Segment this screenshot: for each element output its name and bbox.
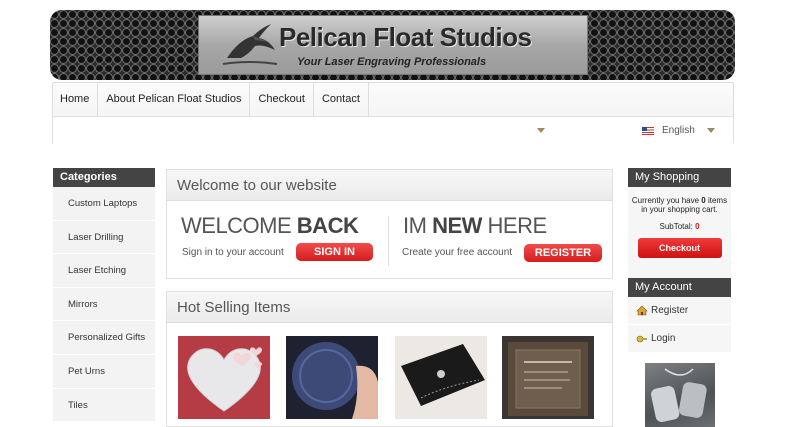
category-laser-etching[interactable]: Laser Etching (53, 254, 155, 288)
welcome-heading: Welcome to our website (167, 170, 612, 201)
product-photo-tags[interactable] (645, 363, 715, 427)
new-here-bold: NEW (432, 213, 482, 238)
plaque-graphic (508, 342, 588, 416)
nav-subbar: English (53, 116, 733, 144)
register-caption: Create your free account (402, 247, 513, 258)
nav-menu: Home About Pelican Float Studios Checkou… (53, 83, 369, 116)
category-pet-urns[interactable]: Pet Urns (53, 354, 155, 389)
chevron-down-icon[interactable] (537, 128, 545, 133)
subtotal-value: 0 (695, 222, 700, 231)
header-banner: Pelican Float Studios Your Laser Engravi… (50, 10, 735, 80)
coaster-graphic (292, 342, 378, 419)
main-nav: Home About Pelican Float Studios Checkou… (52, 82, 734, 144)
category-mirrors[interactable]: Mirrors (53, 287, 155, 322)
category-laser-drilling[interactable]: Laser Drilling (53, 220, 155, 255)
welcome-back-light: WELCOME (181, 213, 297, 238)
register-link-label: Register (651, 304, 689, 316)
basket-count-line: Currently you have 0 items (628, 196, 731, 205)
product-image-coaster[interactable] (286, 336, 378, 419)
sign-in-caption: Sign in to your account (182, 247, 284, 258)
basket-line1-post: items (705, 196, 728, 205)
hot-selling-heading: Hot Selling Items (167, 292, 612, 323)
basket-line2: in your shopping cart. (641, 205, 718, 214)
nav-checkout[interactable]: Checkout (250, 83, 314, 116)
categories-title: Categories (53, 168, 155, 187)
basket-title: My Shopping Basket (628, 168, 731, 202)
nav-about[interactable]: About Pelican Float Studios (98, 83, 251, 116)
new-here-title: IM NEW HERE (403, 213, 547, 239)
login-link-label: Login (651, 332, 676, 344)
basket-body: Currently you have 0 items in your shopp… (628, 187, 731, 280)
category-custom-laptops[interactable]: Custom Laptops (53, 187, 155, 221)
us-flag-icon (642, 126, 654, 135)
category-tiles[interactable]: Tiles (53, 388, 155, 423)
welcome-back-title: WELCOME BACK (181, 213, 359, 239)
product-image-laptop[interactable] (395, 336, 487, 419)
new-here-light: IM (403, 213, 433, 238)
language-label: English (662, 125, 695, 136)
key-icon (636, 335, 647, 343)
chevron-down-icon (706, 128, 715, 133)
sign-in-button[interactable]: SIGN IN (296, 243, 373, 261)
subtotal-label: SubTotal: (659, 222, 696, 231)
register-button[interactable]: REGISTER (524, 244, 602, 262)
pelican-icon (222, 24, 278, 65)
home-icon (636, 305, 648, 316)
dog-tags-graphic (651, 368, 707, 422)
welcome-back-bold: BACK (296, 213, 359, 238)
my-account-box: My Account Register Login (628, 278, 731, 353)
categories-box: Categories Custom Laptops Laser Drilling… (53, 168, 155, 423)
new-here-tail: HERE (481, 213, 548, 238)
product-image-heart-mirror[interactable] (178, 336, 270, 419)
category-personalized-gifts[interactable]: Personalized Gifts (53, 321, 155, 355)
welcome-divider (388, 216, 389, 266)
account-title: My Account (628, 278, 731, 297)
nav-home[interactable]: Home (53, 83, 99, 116)
account-login-link[interactable]: Login (628, 325, 731, 353)
welcome-body: WELCOME BACK Sign in to your account SIG… (167, 201, 612, 279)
basket-subtotal: SubTotal: 0 (628, 222, 731, 231)
checkout-button[interactable]: Checkout (637, 238, 722, 258)
heart-mirror-graphic (187, 347, 262, 412)
logo-title: Pelican Float Studios (279, 22, 532, 52)
product-image-plaque[interactable] (502, 336, 594, 419)
welcome-panel: Welcome to our website WELCOME BACK Sign… (166, 169, 613, 279)
laptop-graphic (401, 344, 485, 406)
nav-contact[interactable]: Contact (314, 83, 369, 116)
shopping-basket-box: My Shopping Basket Currently you have 0 … (628, 168, 731, 280)
language-selector[interactable]: English (642, 125, 715, 136)
account-register-link[interactable]: Register (628, 297, 731, 325)
basket-line1-pre: Currently you have (631, 196, 702, 205)
site-logo[interactable]: Pelican Float Studios Your Laser Engravi… (198, 15, 588, 75)
logo-tagline: Your Laser Engraving Professionals (297, 56, 487, 68)
hot-selling-panel: Hot Selling Items (166, 291, 613, 427)
